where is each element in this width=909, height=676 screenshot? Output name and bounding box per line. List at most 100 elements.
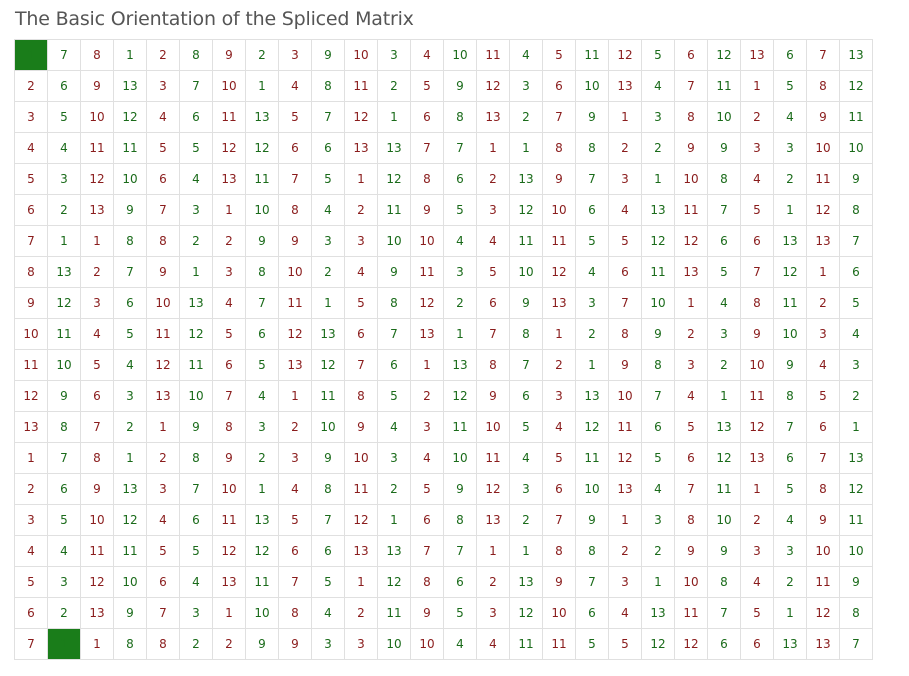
matrix-cell: 10 (443, 39, 477, 71)
matrix-cell: 3 (80, 287, 114, 319)
matrix-cell: 5 (641, 39, 675, 71)
matrix-cell: 12 (443, 380, 477, 412)
matrix-cell: 13 (608, 70, 642, 102)
matrix-cell: 10 (377, 225, 411, 257)
matrix-cell: 13 (773, 628, 807, 660)
matrix-cell: 2 (410, 380, 444, 412)
matrix-cell: 6 (674, 442, 708, 474)
matrix-cell: 6 (179, 504, 213, 536)
matrix-cell: 2 (773, 566, 807, 598)
matrix-cell: 2 (476, 163, 510, 195)
matrix-cell: 6 (773, 39, 807, 71)
matrix-cell: 7 (542, 101, 576, 133)
matrix-cell: 1 (80, 225, 114, 257)
matrix-cell: 1 (476, 535, 510, 567)
matrix-cell: 9 (278, 225, 312, 257)
matrix-cell: 13 (608, 473, 642, 505)
matrix-cell: 12 (278, 318, 312, 350)
matrix-cell: 4 (542, 411, 576, 443)
matrix-cell: 9 (344, 411, 378, 443)
matrix-cell: 10 (575, 473, 609, 505)
matrix-cell: 7 (443, 535, 477, 567)
matrix-cell: 5 (311, 566, 345, 598)
matrix-cell: 4 (113, 349, 147, 381)
matrix-cell: 6 (245, 318, 279, 350)
matrix-cell: 6 (14, 597, 48, 629)
matrix-cell: 13 (707, 411, 741, 443)
matrix-cell: 1 (179, 256, 213, 288)
matrix-cell: 6 (47, 70, 81, 102)
matrix-cell: 12 (377, 566, 411, 598)
matrix-cell: 4 (674, 380, 708, 412)
matrix-cell: 6 (212, 349, 246, 381)
matrix-row: 4 4 11 11 5 5 12 12 6 6 13 13 7 7 1 1 8 8 2 2 9 9 3 3 10 10 (14, 535, 873, 567)
matrix-cell: 1 (740, 70, 774, 102)
matrix-cell: 7 (311, 101, 345, 133)
matrix-cell: 6 (575, 597, 609, 629)
matrix-cell: 4 (476, 225, 510, 257)
matrix-cell: 10 (443, 442, 477, 474)
matrix-cell: 5 (575, 225, 609, 257)
matrix-cell: 9 (773, 349, 807, 381)
matrix-cell: 13 (443, 349, 477, 381)
matrix-cell: 12 (542, 256, 576, 288)
matrix-cell: 2 (542, 349, 576, 381)
matrix-cell: 10 (113, 566, 147, 598)
matrix-cell: 10 (410, 628, 444, 660)
matrix-cell: 9 (311, 442, 345, 474)
matrix-cell: 2 (608, 132, 642, 164)
matrix-cell: 3 (410, 411, 444, 443)
matrix-cell: 5 (212, 318, 246, 350)
matrix-cell: 4 (146, 101, 180, 133)
matrix-cell: 13 (344, 132, 378, 164)
matrix-cell: 10 (14, 318, 48, 350)
matrix-cell: 7 (839, 225, 873, 257)
matrix-cell: 4 (14, 535, 48, 567)
matrix-cell: 12 (377, 163, 411, 195)
matrix-cell: 3 (146, 473, 180, 505)
matrix-cell: 2 (674, 318, 708, 350)
matrix-cell: 2 (311, 256, 345, 288)
matrix-cell: 4 (311, 194, 345, 226)
matrix-cell: 2 (47, 597, 81, 629)
matrix-cell: 12 (146, 349, 180, 381)
matrix-cell: 3 (476, 597, 510, 629)
matrix-cell: 3 (311, 628, 345, 660)
matrix-cell: 6 (476, 287, 510, 319)
matrix-cell: 7 (740, 256, 774, 288)
matrix-cell: 6 (179, 101, 213, 133)
matrix-cell: 6 (47, 473, 81, 505)
matrix-cell: 12 (707, 39, 741, 71)
matrix-cell: 2 (641, 132, 675, 164)
matrix-cell: 11 (311, 380, 345, 412)
matrix-cell: 12 (839, 70, 873, 102)
matrix-cell: 12 (476, 473, 510, 505)
matrix-cell: 13 (146, 380, 180, 412)
matrix-cell-highlighted: 1 (14, 39, 48, 71)
matrix-cell: 8 (443, 504, 477, 536)
matrix-cell: 4 (278, 70, 312, 102)
matrix-cell: 12 (179, 318, 213, 350)
matrix-cell: 8 (47, 411, 81, 443)
matrix-cell: 10 (245, 194, 279, 226)
matrix-cell: 2 (443, 287, 477, 319)
matrix-cell: 8 (80, 442, 114, 474)
matrix-cell: 6 (773, 442, 807, 474)
matrix-row: 3 5 10 12 4 6 11 13 5 7 12 1 6 8 13 2 7 9 1 3 8 10 2 4 9 11 (14, 101, 873, 133)
matrix-cell: 11 (806, 566, 840, 598)
matrix-cell: 3 (245, 411, 279, 443)
matrix-cell: 5 (773, 70, 807, 102)
matrix-cell: 11 (344, 473, 378, 505)
matrix-cell: 9 (212, 39, 246, 71)
matrix-cell: 8 (146, 225, 180, 257)
matrix-cell: 11 (674, 597, 708, 629)
matrix-cell: 2 (146, 39, 180, 71)
matrix-cell: 5 (806, 380, 840, 412)
matrix-cell: 9 (674, 132, 708, 164)
matrix-cell: 10 (344, 442, 378, 474)
matrix-cell: 11 (212, 101, 246, 133)
matrix-cell: 4 (806, 349, 840, 381)
matrix-cell: 7 (806, 442, 840, 474)
matrix-cell: 12 (674, 225, 708, 257)
matrix-cell: 2 (14, 473, 48, 505)
